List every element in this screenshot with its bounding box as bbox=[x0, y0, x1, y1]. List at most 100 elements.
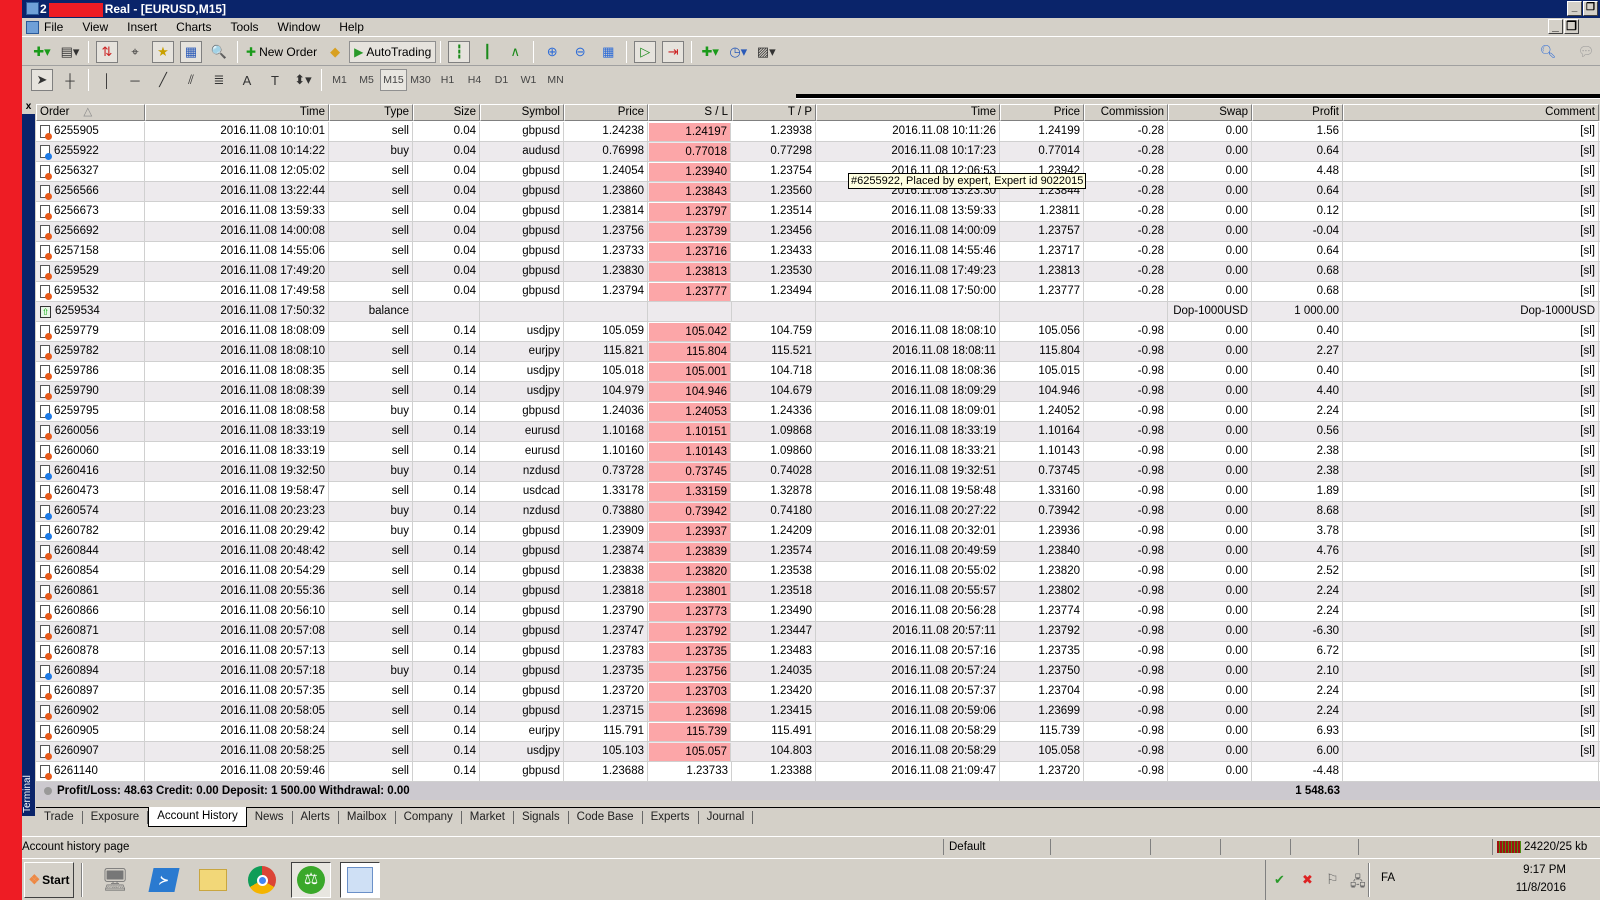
server-manager-icon[interactable]: 🖥︎ bbox=[95, 862, 135, 898]
vertical-line-icon[interactable]: │ bbox=[96, 69, 118, 91]
line-chart-icon[interactable]: ∧ bbox=[504, 41, 526, 63]
column-header-time[interactable]: Time bbox=[145, 104, 329, 121]
column-header-stop-loss[interactable]: S / L bbox=[648, 104, 732, 121]
timeframe-h1[interactable]: H1 bbox=[434, 69, 461, 91]
timeframe-m5[interactable]: M5 bbox=[353, 69, 380, 91]
metaeditor-icon[interactable]: ◆ bbox=[324, 41, 346, 63]
cursor-icon[interactable]: ➤ bbox=[31, 69, 53, 91]
chart-shift-icon[interactable]: ⇥ bbox=[662, 40, 685, 63]
tab-journal[interactable]: Journal bbox=[699, 811, 754, 824]
templates-icon[interactable]: ▨▾ bbox=[755, 41, 777, 63]
metatrader-taskbar-icon[interactable] bbox=[340, 862, 380, 898]
tab-mailbox[interactable]: Mailbox bbox=[339, 811, 396, 824]
table-row[interactable]: 6260844 2016.11.08 20:48:42 sell 0.14 gbpusd… bbox=[36, 542, 1600, 562]
chat-icon[interactable]: 💬︎ bbox=[1575, 41, 1597, 63]
clock-date[interactable]: 11/8/2016 bbox=[1516, 882, 1566, 894]
table-row[interactable]: 6256673 2016.11.08 13:59:33 sell 0.04 gbpusd… bbox=[36, 202, 1600, 222]
table-row[interactable]: 6256566 2016.11.08 13:22:44 sell 0.04 gbpusd… bbox=[36, 182, 1600, 202]
table-row[interactable]: 6259529 2016.11.08 17:49:20 sell 0.04 gbpusd… bbox=[36, 262, 1600, 282]
chrome-icon[interactable] bbox=[242, 862, 282, 898]
timeframe-m30[interactable]: M30 bbox=[407, 69, 434, 91]
clock-time[interactable]: 9:17 PM bbox=[1523, 864, 1566, 876]
column-header-close-price[interactable]: Price bbox=[1000, 104, 1084, 121]
column-header-swap[interactable]: Swap bbox=[1168, 104, 1252, 121]
search-icon[interactable]: 🔍︎ bbox=[1537, 41, 1559, 63]
tab-alerts[interactable]: Alerts bbox=[293, 811, 339, 824]
periods-icon[interactable]: ◷▾ bbox=[727, 41, 749, 63]
table-row[interactable]: 6260056 2016.11.08 18:33:19 sell 0.14 eurusd… bbox=[36, 422, 1600, 442]
column-header-close-time[interactable]: Time bbox=[816, 104, 1000, 121]
connection-status[interactable]: 24220/25 kb bbox=[1492, 839, 1587, 855]
volume-muted-icon[interactable]: ✖ bbox=[1302, 872, 1313, 888]
column-header-take-profit[interactable]: T / P bbox=[732, 104, 816, 121]
table-row[interactable]: 6260866 2016.11.08 20:56:10 sell 0.14 gbpusd… bbox=[36, 602, 1600, 622]
table-row[interactable]: ⇧ 6259534 2016.11.08 17:50:32 balance Dop-10… bbox=[36, 302, 1600, 322]
table-row[interactable]: 6260871 2016.11.08 20:57:08 sell 0.14 gbpusd… bbox=[36, 622, 1600, 642]
column-header-comment[interactable]: Comment bbox=[1343, 104, 1599, 121]
menu-file[interactable]: File bbox=[44, 20, 63, 34]
table-row[interactable]: 6259532 2016.11.08 17:49:58 sell 0.04 gbpusd… bbox=[36, 282, 1600, 302]
tab-market[interactable]: Market bbox=[462, 811, 514, 824]
arrows-icon[interactable]: ⬍▾ bbox=[292, 69, 314, 91]
table-row[interactable]: 6260782 2016.11.08 20:29:42 buy 0.14 gbpusd 1… bbox=[36, 522, 1600, 542]
table-row[interactable]: 6260473 2016.11.08 19:58:47 sell 0.14 usdcad… bbox=[36, 482, 1600, 502]
table-row[interactable]: 6260574 2016.11.08 20:23:23 buy 0.14 nzdusd 0… bbox=[36, 502, 1600, 522]
table-row[interactable]: 6260878 2016.11.08 20:57:13 sell 0.14 gbpusd… bbox=[36, 642, 1600, 662]
tile-windows-icon[interactable]: ▦ bbox=[597, 41, 619, 63]
tab-exposure[interactable]: Exposure bbox=[83, 811, 149, 824]
menu-tools[interactable]: Tools bbox=[231, 20, 259, 34]
new-order-button[interactable]: ✚ New Order bbox=[242, 41, 321, 63]
action-center-flag-icon[interactable]: ⚐ bbox=[1326, 871, 1339, 888]
trendline-icon[interactable]: ╱ bbox=[152, 69, 174, 91]
fibonacci-icon[interactable]: ≣ bbox=[208, 69, 230, 91]
table-row[interactable]: 6259782 2016.11.08 18:08:10 sell 0.14 eurjpy… bbox=[36, 342, 1600, 362]
table-row[interactable]: 6260060 2016.11.08 18:33:19 sell 0.14 eurusd… bbox=[36, 442, 1600, 462]
new-chart-icon[interactable]: ✚▾ bbox=[31, 41, 53, 63]
chart-minimize-icon[interactable]: _ bbox=[1548, 19, 1563, 34]
tab-code-base[interactable]: Code Base bbox=[569, 811, 643, 824]
table-row[interactable]: 6261140 2016.11.08 20:59:46 sell 0.14 gbpusd… bbox=[36, 762, 1600, 782]
auto-scroll-icon[interactable]: ▷ bbox=[634, 40, 657, 63]
powershell-icon[interactable]: ≻ bbox=[144, 862, 184, 898]
crosshair-icon[interactable]: ┼ bbox=[59, 69, 81, 91]
tab-company[interactable]: Company bbox=[396, 811, 462, 824]
table-row[interactable]: 6259779 2016.11.08 18:08:09 sell 0.14 usdjpy… bbox=[36, 322, 1600, 342]
column-header-order[interactable]: Order △ bbox=[36, 104, 145, 121]
indicators-icon[interactable]: ✚▾ bbox=[699, 41, 721, 63]
tab-news[interactable]: News bbox=[247, 811, 293, 824]
text-icon[interactable]: A bbox=[236, 69, 258, 91]
terminal-close-icon[interactable]: x bbox=[22, 100, 35, 114]
restore-icon[interactable]: ❐ bbox=[1583, 1, 1598, 16]
table-row[interactable]: 6259795 2016.11.08 18:08:58 buy 0.14 gbpusd 1… bbox=[36, 402, 1600, 422]
column-header-size[interactable]: Size bbox=[413, 104, 480, 121]
security-check-icon[interactable]: ✔ bbox=[1274, 872, 1285, 888]
table-row[interactable]: 6256692 2016.11.08 14:00:08 sell 0.04 gbpusd… bbox=[36, 222, 1600, 242]
autotrading-button[interactable]: ▶ AutoTrading bbox=[349, 40, 437, 63]
tab-trade[interactable]: Trade bbox=[36, 811, 83, 824]
menu-help[interactable]: Help bbox=[339, 20, 364, 34]
chart-restore-icon[interactable]: ❐ bbox=[1564, 19, 1579, 34]
equidistant-channel-icon[interactable]: ⫽ bbox=[180, 69, 202, 91]
timeframe-m15[interactable]: M15 bbox=[380, 69, 407, 91]
zoom-out-icon[interactable]: ⊖ bbox=[569, 41, 591, 63]
network-icon[interactable]: 🖧 bbox=[1350, 871, 1366, 895]
table-row[interactable]: 6260907 2016.11.08 20:58:25 sell 0.14 usdjpy… bbox=[36, 742, 1600, 762]
terminal-icon[interactable]: ▦ bbox=[180, 40, 202, 63]
table-row[interactable]: 6260897 2016.11.08 20:57:35 sell 0.14 gbpusd… bbox=[36, 682, 1600, 702]
chart-window-icon[interactable] bbox=[26, 21, 39, 34]
table-row[interactable]: 6255922 2016.11.08 10:14:22 buy 0.04 audusd 0… bbox=[36, 142, 1600, 162]
timeframe-w1[interactable]: W1 bbox=[515, 69, 542, 91]
start-button[interactable]: ❖ Start bbox=[24, 862, 74, 898]
tab-account-history[interactable]: Account History bbox=[148, 806, 247, 827]
data-window-icon[interactable]: ⌖ bbox=[124, 41, 146, 63]
bar-chart-icon[interactable]: ┇ bbox=[448, 40, 471, 63]
menu-window[interactable]: Window bbox=[278, 20, 321, 34]
text-label-icon[interactable]: T bbox=[264, 69, 286, 91]
timeframe-mn[interactable]: MN bbox=[542, 69, 569, 91]
table-row[interactable]: 6259790 2016.11.08 18:08:39 sell 0.14 usdjpy… bbox=[36, 382, 1600, 402]
column-header-price[interactable]: Price bbox=[564, 104, 648, 121]
minimize-icon[interactable]: _ bbox=[1567, 1, 1582, 16]
balance-app-icon[interactable]: ⚖ bbox=[291, 862, 331, 898]
table-row[interactable]: 6260416 2016.11.08 19:32:50 buy 0.14 nzdusd 0… bbox=[36, 462, 1600, 482]
table-row[interactable]: 6260902 2016.11.08 20:58:05 sell 0.14 gbpusd… bbox=[36, 702, 1600, 722]
